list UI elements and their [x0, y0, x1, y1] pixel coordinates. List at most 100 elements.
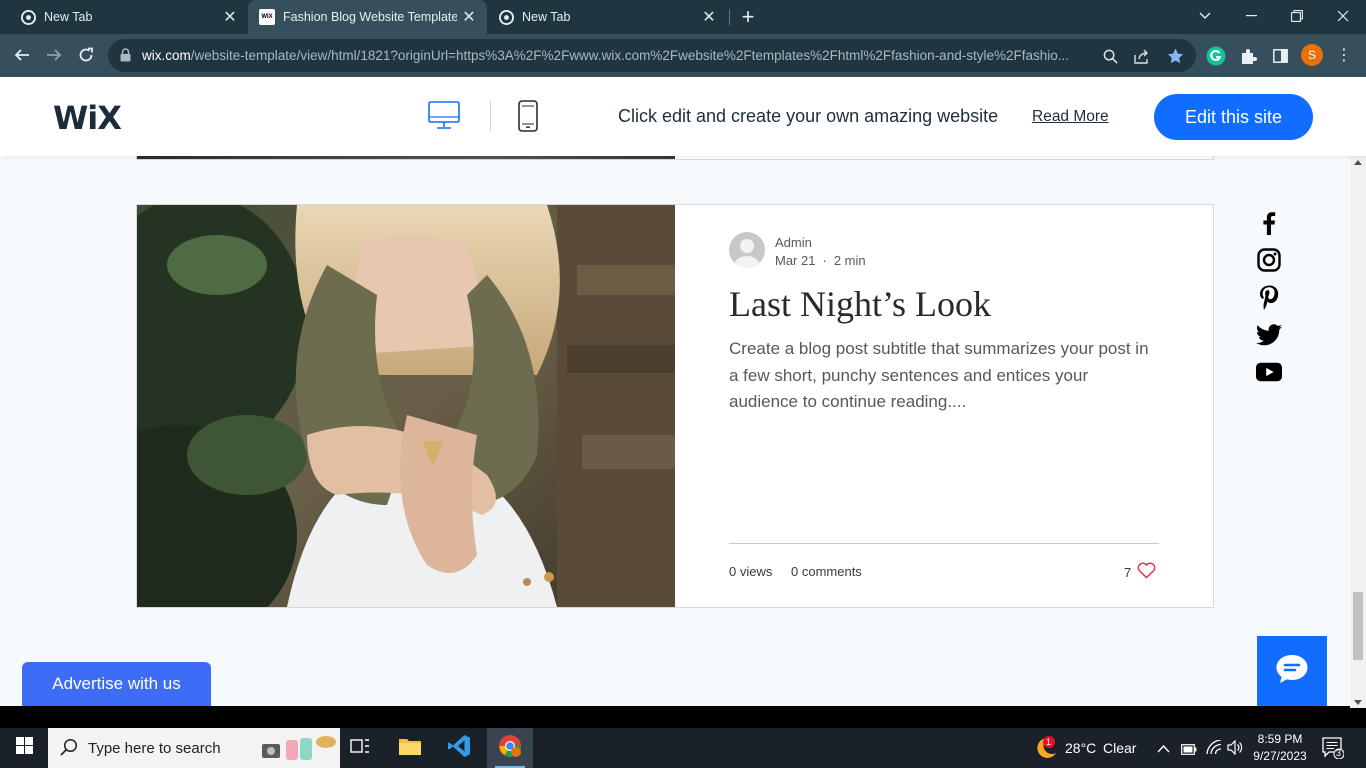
blog-post-card[interactable]: Admin Mar 21 · 2 min Last Night’s Look Cre…: [136, 204, 1214, 608]
views-count: 0 views: [729, 564, 773, 579]
post-date: Mar 21: [775, 253, 816, 268]
post-cover-image[interactable]: [137, 205, 675, 607]
facebook-icon[interactable]: [1256, 210, 1282, 236]
tab-divider: [729, 9, 730, 25]
windows-logo-icon: [15, 737, 33, 759]
wifi-icon[interactable]: [1206, 739, 1222, 760]
task-view-button[interactable]: [337, 728, 383, 768]
clock-date: 9/27/2023: [1253, 749, 1307, 763]
chrome-taskbar-button[interactable]: [487, 728, 533, 768]
new-tab-button[interactable]: +: [737, 4, 759, 30]
close-tab-icon[interactable]: ✕: [218, 7, 242, 27]
tab-title: New Tab: [522, 10, 571, 24]
zoom-icon[interactable]: [1100, 46, 1120, 66]
tab-new-tab-1[interactable]: New Tab ✕: [0, 0, 248, 34]
scroll-up-arrow[interactable]: [1354, 160, 1362, 165]
scroll-down-arrow[interactable]: [1354, 700, 1362, 705]
read-more-link[interactable]: Read More: [1032, 108, 1109, 126]
file-explorer-button[interactable]: [387, 728, 433, 768]
grammarly-icon[interactable]: [1205, 45, 1227, 67]
side-panel-icon[interactable]: [1269, 45, 1291, 67]
author-name[interactable]: Admin: [775, 235, 812, 250]
lock-icon[interactable]: [120, 48, 131, 67]
tab-new-tab-2[interactable]: New Tab ✕: [487, 0, 727, 34]
battery-icon[interactable]: [1181, 742, 1197, 760]
weather-condition[interactable]: Clear: [1103, 740, 1136, 756]
chrome-icon: [498, 9, 514, 25]
likes[interactable]: 7: [1124, 562, 1156, 582]
page-bottom-edge: [0, 706, 1366, 728]
share-icon[interactable]: [1132, 46, 1152, 66]
back-button[interactable]: [9, 42, 35, 68]
search-highlight-icon: [260, 732, 338, 764]
wix-favicon: WIX: [259, 9, 275, 25]
scroll-thumb[interactable]: [1353, 592, 1363, 660]
close-tab-icon[interactable]: ✕: [697, 7, 721, 27]
card-divider: [729, 543, 1159, 544]
wix-logo[interactable]: WiX: [53, 99, 122, 137]
tab-fashion-blog[interactable]: WIX Fashion Blog Website Template | ✕: [248, 0, 487, 34]
post-content: Admin Mar 21 · 2 min Last Night’s Look Cre…: [729, 205, 1159, 607]
chrome-icon: [20, 9, 36, 25]
close-tab-icon[interactable]: ✕: [457, 7, 481, 27]
post-title[interactable]: Last Night’s Look: [729, 283, 991, 325]
address-bar[interactable]: wix.com/website-template/view/html/1821?…: [108, 39, 1196, 72]
promo-text: Click edit and create your own amazing w…: [618, 106, 999, 126]
start-button[interactable]: [0, 728, 48, 768]
chat-button[interactable]: [1257, 636, 1327, 706]
volume-icon[interactable]: [1227, 739, 1243, 760]
tab-title: New Tab: [44, 10, 93, 24]
forward-button[interactable]: [41, 42, 67, 68]
temperature[interactable]: 28°C: [1065, 740, 1096, 756]
bookmark-star-icon[interactable]: [1165, 46, 1185, 66]
taskbar-search-box[interactable]: Type here to search: [48, 728, 340, 768]
previous-post-image: [137, 156, 675, 159]
vscode-button[interactable]: [436, 728, 482, 768]
task-view-icon: [350, 737, 370, 760]
browser-tab-strip: New Tab ✕ WIX Fashion Blog Website Templ…: [0, 0, 1366, 34]
clock-time: 8:59 PM: [1257, 732, 1303, 746]
post-excerpt[interactable]: Create a blog post subtitle that summari…: [729, 336, 1159, 416]
chrome-icon: [498, 734, 522, 763]
post-meta: Mar 21 · 2 min: [775, 253, 866, 268]
instagram-icon[interactable]: [1256, 247, 1282, 273]
chevron-up-icon[interactable]: [1157, 741, 1170, 759]
system-clock[interactable]: 8:59 PM 9/27/2023: [1248, 731, 1312, 765]
weather-icon[interactable]: [1032, 736, 1058, 765]
minimize-button[interactable]: [1228, 0, 1274, 32]
url-domain: wix.com: [142, 48, 191, 63]
search-placeholder: Type here to search: [88, 740, 221, 757]
author-avatar[interactable]: [729, 232, 765, 268]
tab-title: Fashion Blog Website Template |: [283, 10, 457, 24]
twitter-icon[interactable]: [1256, 322, 1282, 348]
pinterest-icon[interactable]: [1256, 284, 1282, 310]
search-icon: [60, 738, 78, 761]
url-text: wix.com/website-template/view/html/1821?…: [142, 48, 1098, 63]
advertise-with-us-button[interactable]: Advertise with us: [22, 662, 211, 706]
heart-icon[interactable]: [1137, 562, 1156, 582]
page-scrollbar[interactable]: [1350, 156, 1366, 708]
edit-this-site-button[interactable]: Edit this site: [1154, 94, 1313, 140]
notification-count: 3: [1336, 748, 1342, 758]
extensions-icon[interactable]: [1237, 45, 1259, 67]
youtube-icon[interactable]: [1256, 359, 1282, 385]
previous-post-card[interactable]: [136, 156, 1214, 160]
close-window-button[interactable]: [1320, 0, 1366, 32]
url-path: /website-template/view/html/1821?originU…: [190, 48, 1069, 63]
profile-avatar[interactable]: S: [1301, 44, 1323, 66]
windows-taskbar: Type here to search 1 28°C Clear 8:59 PM…: [0, 728, 1366, 768]
weather-badge: 1: [1046, 737, 1052, 747]
chat-icon: [1275, 654, 1309, 689]
reload-button[interactable]: [73, 42, 99, 68]
desktop-view-icon[interactable]: [428, 101, 462, 136]
read-time: 2 min: [833, 253, 866, 268]
mobile-view-icon[interactable]: [518, 100, 538, 137]
restore-button[interactable]: [1274, 0, 1320, 32]
folder-icon: [398, 736, 422, 761]
comments-count[interactable]: 0 comments: [791, 564, 862, 579]
tab-search-icon[interactable]: [1182, 0, 1228, 32]
meta-separator: ·: [822, 253, 827, 268]
page-content: Admin Mar 21 · 2 min Last Night’s Look Cre…: [0, 156, 1350, 708]
wix-favicon-text: WIX: [261, 14, 273, 20]
chrome-menu-icon[interactable]: ⋮: [1336, 45, 1352, 67]
